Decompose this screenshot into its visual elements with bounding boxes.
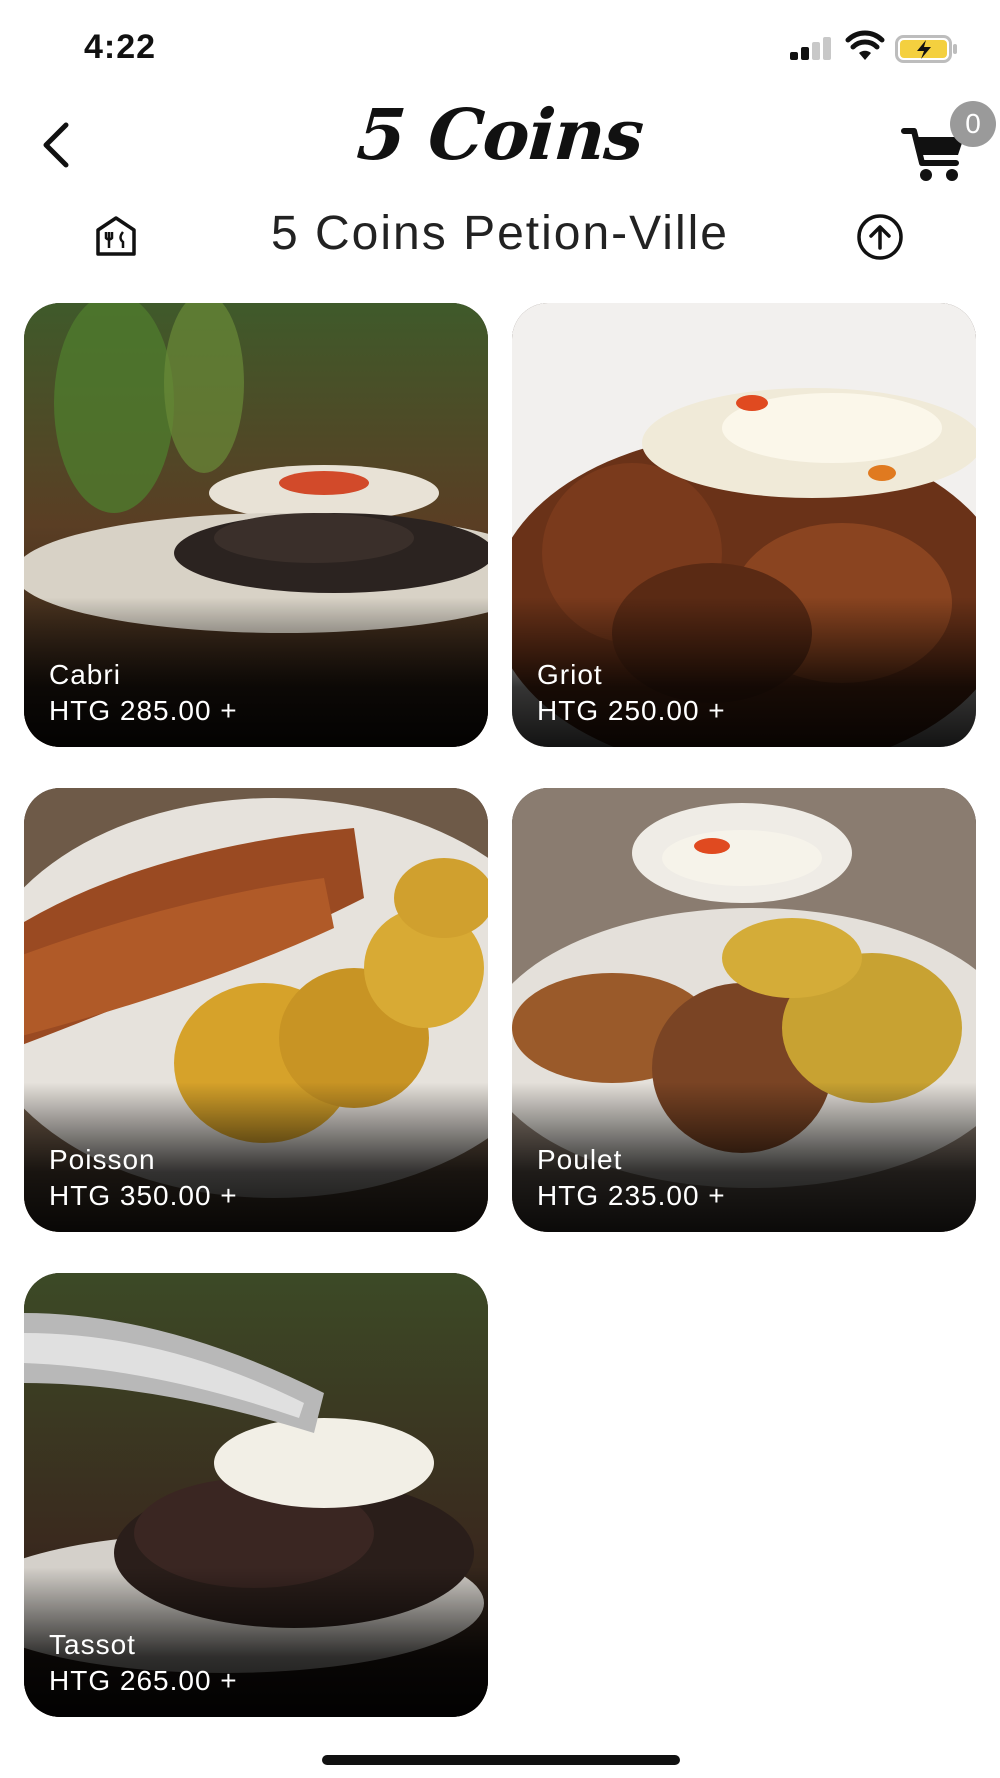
battery-charging-icon bbox=[895, 35, 957, 63]
cellular-signal-icon bbox=[790, 36, 834, 60]
cart-count-badge: 0 bbox=[950, 101, 996, 147]
home-indicator[interactable] bbox=[322, 1755, 680, 1765]
app-logo: 5 Coins bbox=[354, 93, 646, 176]
menu-item-price: HTG 285.00 + bbox=[49, 695, 238, 726]
wifi-icon bbox=[845, 30, 885, 60]
menu-item-price: HTG 235.00 + bbox=[537, 1180, 726, 1211]
menu-item-card[interactable]: Poulet HTG 235.00 + bbox=[512, 788, 976, 1232]
store-name: 5 Coins Petion-Ville bbox=[270, 207, 729, 260]
status-bar: 4:22 bbox=[0, 0, 1000, 90]
menu-item-name: Tassot bbox=[49, 1629, 136, 1660]
menu-item-name: Poisson bbox=[49, 1144, 156, 1175]
menu-item-price: HTG 350.00 + bbox=[49, 1180, 238, 1211]
menu-item-card[interactable]: Cabri HTG 285.00 + bbox=[24, 303, 488, 747]
menu-item-price: HTG 265.00 + bbox=[49, 1665, 238, 1696]
status-time: 4:22 bbox=[84, 28, 157, 66]
arrow-up-circle-icon bbox=[857, 214, 903, 260]
top-navigation-bar: 5 Coins 0 bbox=[0, 93, 1000, 195]
upload-button[interactable] bbox=[855, 212, 905, 262]
menu-item-name: Cabri bbox=[49, 659, 121, 690]
store-selector: 5 Coins Petion-Ville bbox=[0, 200, 1000, 275]
menu-item-card[interactable]: Tassot HTG 265.00 + bbox=[24, 1273, 488, 1717]
menu-item-name: Poulet bbox=[537, 1144, 623, 1175]
menu-item-name: Griot bbox=[537, 659, 603, 690]
menu-item-card[interactable]: Griot HTG 250.00 + bbox=[512, 303, 976, 747]
menu-item-price: HTG 250.00 + bbox=[537, 695, 726, 726]
menu-item-card[interactable]: Poisson HTG 350.00 + bbox=[24, 788, 488, 1232]
